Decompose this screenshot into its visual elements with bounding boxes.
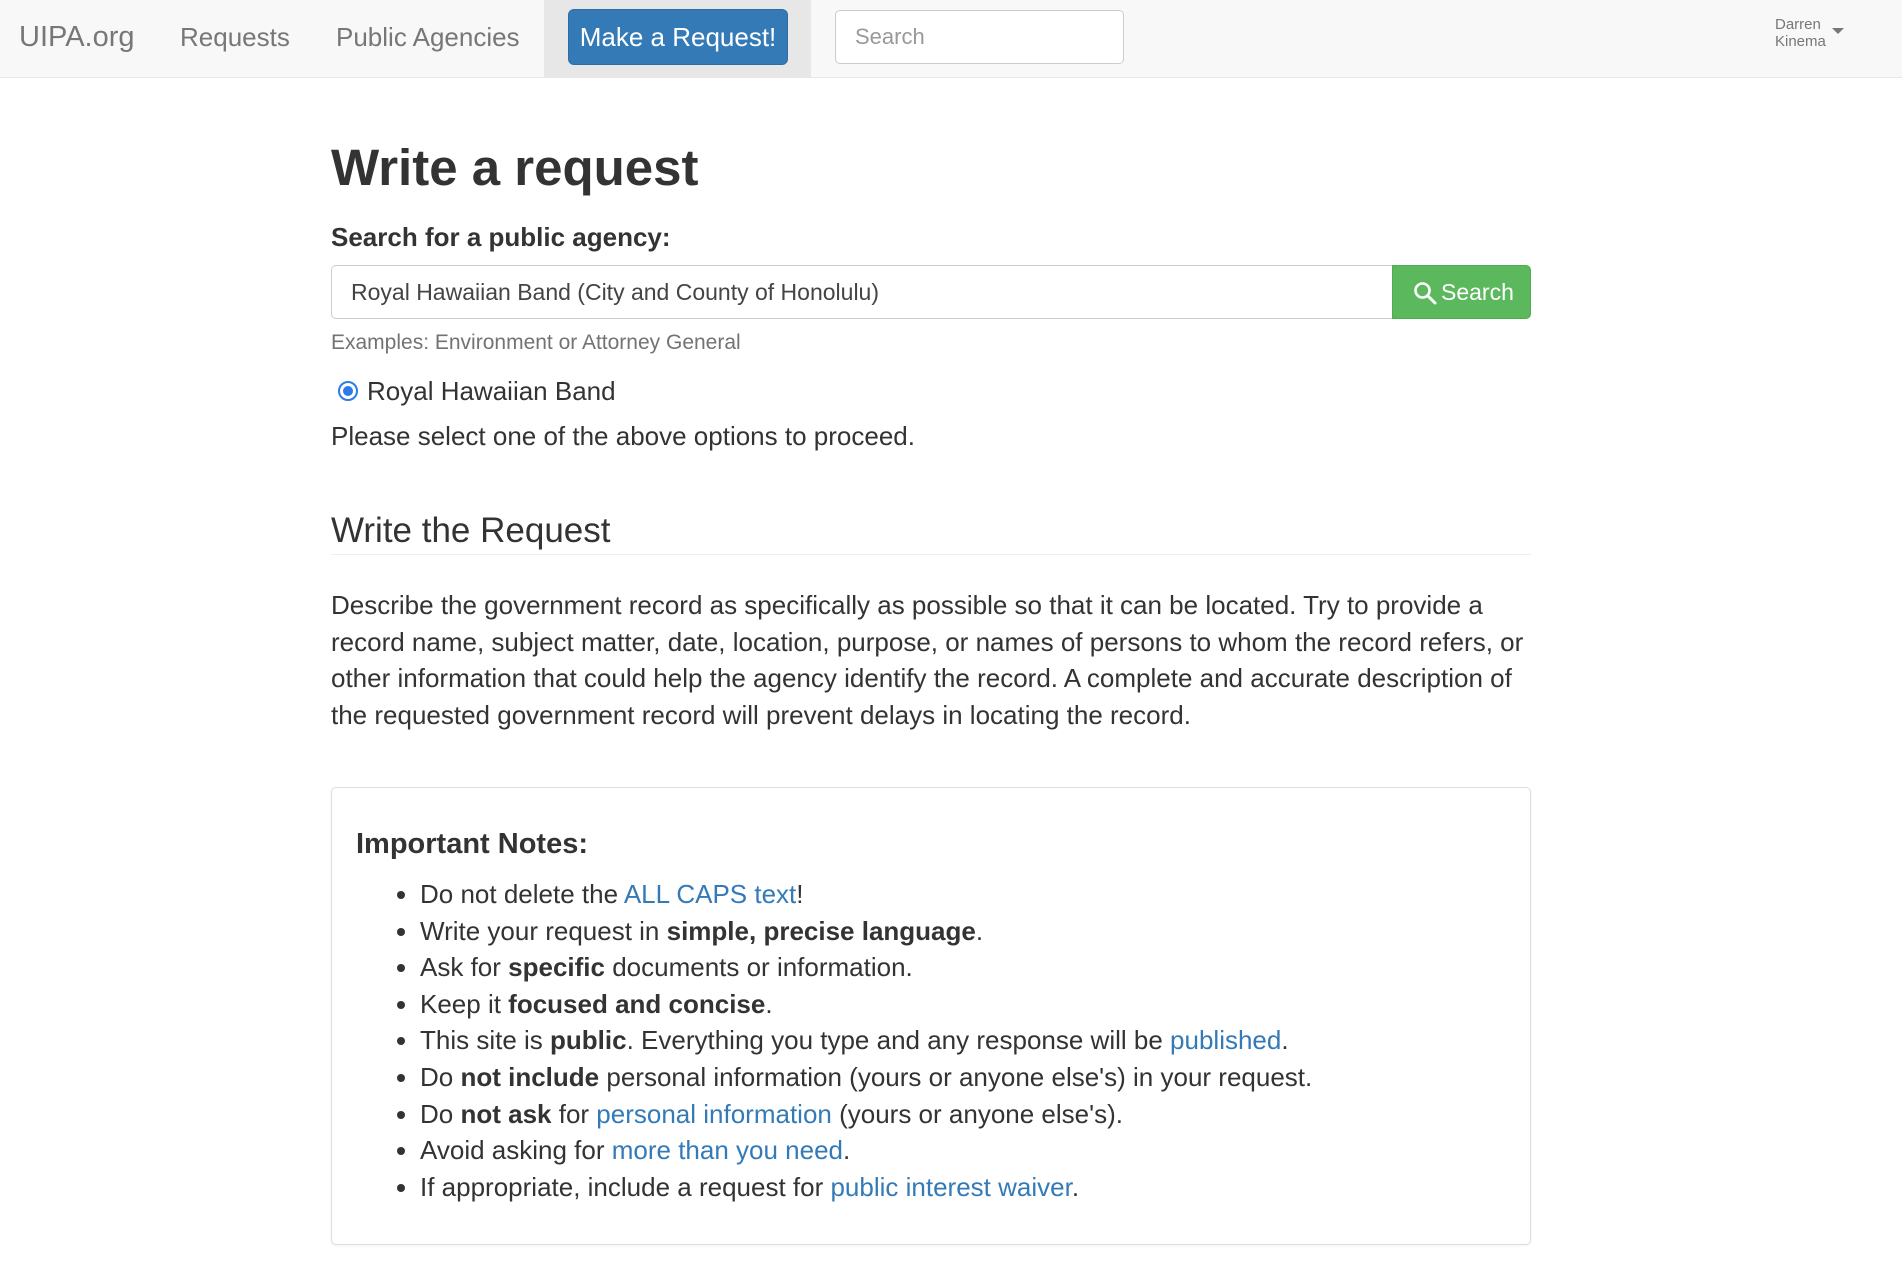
agency-search-label: Search for a public agency: — [331, 222, 671, 252]
list-item: Do not ask for personal information (you… — [420, 1096, 1312, 1133]
nav-active-item: Make a Request! — [544, 0, 811, 77]
notes-title: Important Notes: — [356, 828, 588, 860]
list-item: Keep it focused and concise. — [420, 986, 1312, 1023]
agency-option-radio[interactable] — [338, 381, 358, 401]
section-divider — [331, 554, 1531, 555]
request-description-text: Describe the government record as specif… — [331, 590, 1524, 730]
list-item: Do not include personal information (you… — [420, 1059, 1312, 1096]
nav-public-agencies-link[interactable]: Public Agencies — [336, 0, 520, 77]
make-request-button[interactable]: Make a Request! — [568, 9, 788, 65]
search-icon — [1414, 282, 1437, 305]
user-menu[interactable]: Darren Kinema — [1775, 16, 1826, 50]
page-title: Write a request — [331, 139, 699, 196]
select-option-note: Please select one of the above options t… — [331, 421, 915, 451]
published-link[interactable]: published — [1170, 1025, 1281, 1055]
important-notes-panel: Important Notes: Do not delete the ALL C… — [331, 787, 1531, 1245]
more-than-you-need-link[interactable]: more than you need — [612, 1135, 843, 1165]
brand-link[interactable]: UIPA.org — [19, 0, 135, 77]
user-first-name: Darren — [1775, 16, 1821, 33]
personal-information-link[interactable]: personal information — [596, 1099, 832, 1129]
section-title: Write the Request — [331, 511, 611, 550]
list-item: Ask for specific documents or informatio… — [420, 949, 1312, 986]
list-item: If appropriate, include a request for pu… — [420, 1169, 1312, 1206]
public-interest-waiver-link[interactable]: public interest waiver — [830, 1172, 1071, 1202]
nav-requests-link[interactable]: Requests — [180, 0, 290, 77]
navbar-search-input[interactable] — [835, 10, 1124, 64]
list-item: Avoid asking for more than you need. — [420, 1132, 1312, 1169]
agency-search-input[interactable] — [331, 265, 1393, 319]
search-examples-hint: Examples: Environment or Attorney Genera… — [331, 331, 741, 354]
agency-option-label[interactable]: Royal Hawaiian Band — [367, 374, 616, 408]
agency-search-button[interactable]: Search — [1392, 265, 1531, 319]
list-item: This site is public. Everything you type… — [420, 1022, 1312, 1059]
list-item: Write your request in simple, precise la… — [420, 913, 1312, 950]
agency-search-button-label: Search — [1441, 279, 1514, 305]
caret-down-icon[interactable] — [1832, 28, 1844, 34]
notes-list: Do not delete the ALL CAPS text! Write y… — [396, 876, 1312, 1205]
list-item: Do not delete the ALL CAPS text! — [420, 876, 1312, 913]
user-last-name: Kinema — [1775, 33, 1826, 50]
all-caps-text-link[interactable]: ALL CAPS text — [624, 879, 796, 909]
top-navbar: UIPA.org Requests Public Agencies Make a… — [0, 0, 1902, 78]
